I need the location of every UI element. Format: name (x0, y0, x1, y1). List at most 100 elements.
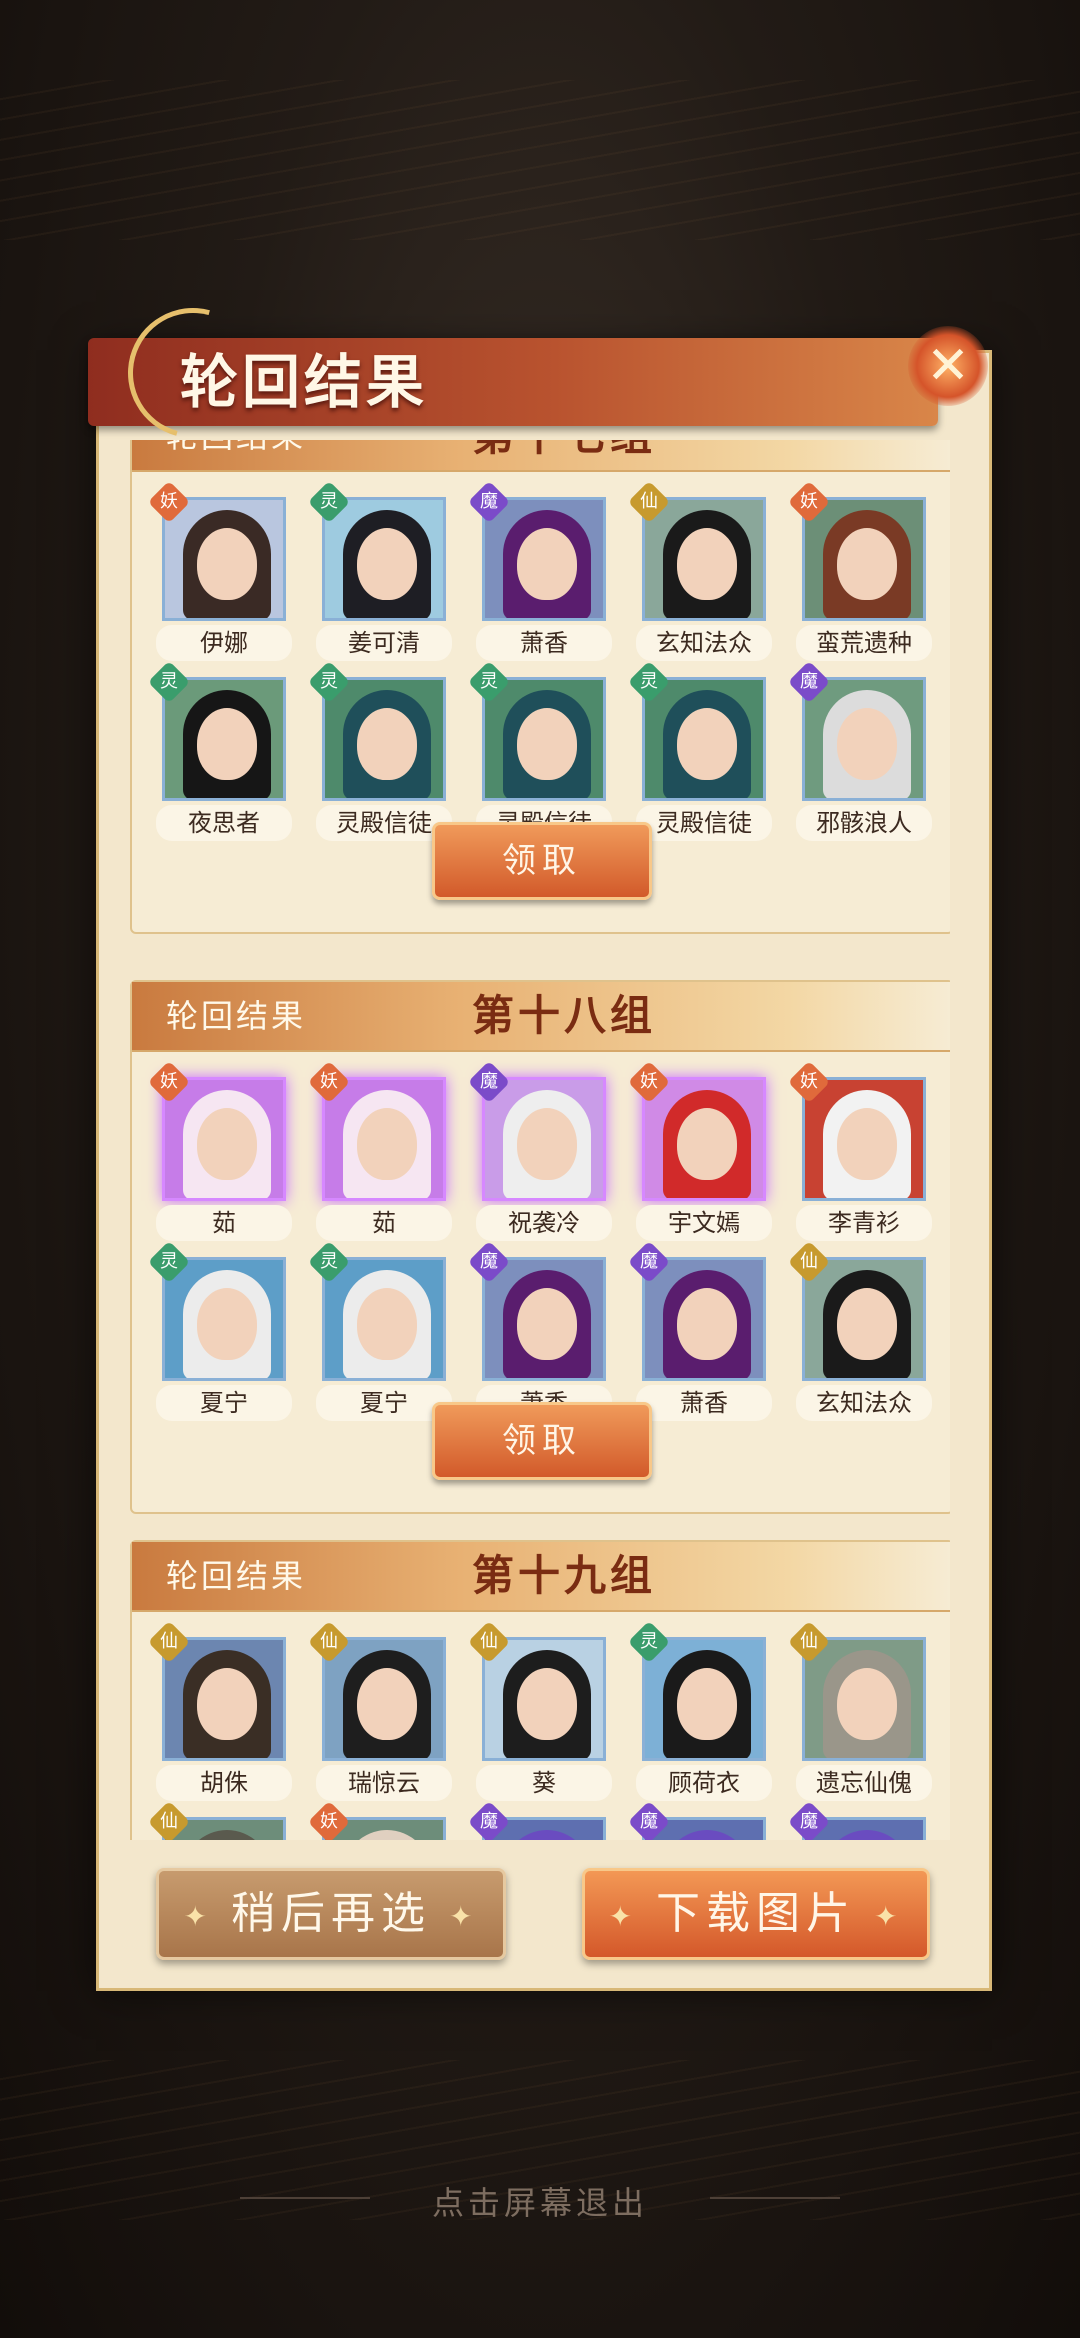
diamond-icon: ✦ (874, 1899, 904, 1933)
choose-later-button[interactable]: ✦ 稍后再选 ✦ (156, 1868, 506, 1960)
portrait-face (357, 1108, 417, 1180)
character-portrait (322, 1637, 446, 1761)
result-group: 轮回结果第十七组妖伊娜灵姜可清魔萧香仙玄知法众妖蛮荒遗种灵夜思者灵灵殿信徒灵灵殿… (130, 440, 950, 934)
faction-badge-label: 妖 (320, 1811, 338, 1832)
character-name: 宇文嫣 (636, 1205, 772, 1241)
character-card[interactable]: 仙遗忘仙傀 (787, 1620, 932, 1805)
character-card[interactable]: 仙葵 (467, 1620, 612, 1805)
exit-hint[interactable]: 点击屏幕退出 (0, 2178, 1080, 2224)
character-card[interactable]: 妖蛮荒遗种 (787, 480, 932, 665)
group-header: 轮回结果 第十八组 (132, 982, 950, 1052)
character-card[interactable]: 魔邪骸浪人 (787, 660, 932, 845)
character-portrait (482, 497, 606, 621)
character-card[interactable]: 魔萧香 (627, 1240, 772, 1425)
portrait-face (197, 708, 257, 780)
character-portrait (322, 677, 446, 801)
faction-badge-label: 魔 (480, 1811, 498, 1832)
character-portrait (802, 1257, 926, 1381)
character-card[interactable]: 妖宇文嫣 (627, 1060, 772, 1245)
character-name: 祝袭冷 (476, 1205, 612, 1241)
close-button[interactable]: ✕ (908, 326, 988, 406)
portrait-face (357, 1288, 417, 1360)
portrait-hair (823, 1830, 911, 1840)
result-group: 轮回结果 第十九组仙胡侏仙瑞惊云仙葵灵顾荷衣仙遗忘仙傀仙妖魔魔魔 (130, 1540, 950, 1840)
portrait-face (197, 1288, 257, 1360)
character-portrait (482, 677, 606, 801)
faction-badge-label: 魔 (800, 1811, 818, 1832)
group-number: 第十七组 (472, 440, 656, 470)
character-portrait (802, 1077, 926, 1201)
download-image-label: 下载图片 (656, 1888, 856, 1939)
character-card[interactable]: 魔祝袭冷 (467, 1060, 612, 1245)
character-name: 遗忘仙傀 (796, 1765, 932, 1801)
character-card[interactable]: 仙玄知法众 (627, 480, 772, 665)
character-portrait (322, 1077, 446, 1201)
character-card[interactable]: 魔 (627, 1800, 766, 1840)
faction-badge-label: 仙 (160, 1811, 178, 1832)
character-card[interactable]: 妖伊娜 (147, 480, 292, 665)
group-number: 第十九组 (472, 1551, 657, 1600)
character-card[interactable]: 仙瑞惊云 (307, 1620, 452, 1805)
group-label: 轮回结果 (166, 1557, 307, 1595)
character-name: 玄知法众 (636, 625, 772, 661)
character-name: 胡侏 (156, 1765, 292, 1801)
portrait-face (197, 1108, 257, 1180)
character-card[interactable]: 仙 (147, 1800, 286, 1840)
choose-later-label: 稍后再选 (231, 1888, 431, 1939)
group-label: 轮回结果 (166, 440, 306, 470)
faction-badge-label: 灵 (320, 491, 338, 512)
faction-badge-label: 仙 (640, 491, 658, 512)
character-card[interactable]: 灵灵殿信徒 (307, 660, 452, 845)
character-card[interactable]: 灵夏宁 (307, 1240, 452, 1425)
faction-badge-label: 魔 (480, 1071, 498, 1092)
character-portrait (482, 1077, 606, 1201)
character-card[interactable]: 灵夏宁 (147, 1240, 292, 1425)
character-card[interactable]: 魔 (467, 1800, 606, 1840)
character-card[interactable]: 魔萧香 (467, 1240, 612, 1425)
character-portrait (642, 497, 766, 621)
character-portrait (482, 1257, 606, 1381)
portrait-face (677, 1108, 737, 1180)
portrait-face (517, 528, 577, 600)
character-name: 邪骸浪人 (796, 805, 932, 841)
character-card[interactable]: 妖茹 (307, 1060, 452, 1245)
character-card[interactable]: 灵姜可清 (307, 480, 452, 665)
character-card[interactable]: 妖李青衫 (787, 1060, 932, 1245)
character-card[interactable]: 灵夜思者 (147, 660, 292, 845)
character-card[interactable]: 仙玄知法众 (787, 1240, 932, 1425)
character-name: 玄知法众 (796, 1385, 932, 1421)
character-card[interactable]: 灵灵殿信徒 (467, 660, 612, 845)
download-image-button[interactable]: ✦ 下载图片 ✦ (582, 1868, 930, 1960)
character-card[interactable]: 妖茹 (147, 1060, 292, 1245)
character-portrait (162, 1077, 286, 1201)
character-portrait (802, 677, 926, 801)
close-icon: ✕ (926, 336, 970, 396)
character-portrait (162, 677, 286, 801)
portrait-face (357, 1668, 417, 1740)
faction-badge-label: 仙 (480, 1631, 498, 1652)
portrait-face (517, 1288, 577, 1360)
character-portrait (162, 1637, 286, 1761)
character-name: 萧香 (636, 1385, 772, 1421)
faction-badge-label: 仙 (800, 1251, 818, 1272)
faction-badge-label: 仙 (160, 1631, 178, 1652)
portrait-face (837, 1108, 897, 1180)
character-name: 姜可清 (316, 625, 452, 661)
diamond-icon: ✦ (449, 1899, 479, 1933)
character-card[interactable]: 魔 (787, 1800, 926, 1840)
claim-button[interactable]: 领取 (432, 822, 652, 900)
claim-button[interactable]: 领取 (432, 1402, 652, 1480)
character-name: 葵 (476, 1765, 612, 1801)
character-card[interactable]: 灵灵殿信徒 (627, 660, 772, 845)
faction-badge-label: 灵 (160, 1251, 178, 1272)
portrait-face (197, 1668, 257, 1740)
character-card[interactable]: 妖 (307, 1800, 446, 1840)
character-name: 夜思者 (156, 805, 292, 841)
character-card[interactable]: 仙胡侏 (147, 1620, 292, 1805)
character-card[interactable]: 魔萧香 (467, 480, 612, 665)
character-card[interactable]: 灵顾荷衣 (627, 1620, 772, 1805)
portrait-face (837, 708, 897, 780)
diamond-icon: ✦ (608, 1899, 638, 1933)
results-scroll-area[interactable]: 轮回结果第十七组妖伊娜灵姜可清魔萧香仙玄知法众妖蛮荒遗种灵夜思者灵灵殿信徒灵灵殿… (130, 440, 950, 1840)
faction-badge-label: 灵 (320, 1251, 338, 1272)
